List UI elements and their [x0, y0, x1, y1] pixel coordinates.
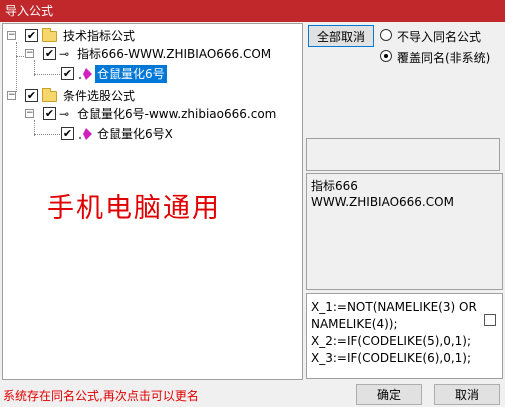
no-import-radio[interactable]: [380, 29, 392, 41]
collapse-icon[interactable]: −: [25, 49, 34, 58]
overwrite-radio[interactable]: [380, 50, 392, 62]
tree-node-checkbox[interactable]: ✔: [43, 107, 56, 120]
tree-node-checkbox[interactable]: ✔: [25, 29, 38, 42]
overwrite-radio-label: 覆盖同名(非系统): [397, 51, 491, 65]
info-line: WWW.ZHIBIAO666.COM: [311, 195, 454, 209]
tree-node-label: 指标666-WWW.ZHIBIAO666.COM: [77, 47, 272, 61]
folder-icon: [42, 88, 57, 102]
collapse-icon[interactable]: −: [7, 91, 16, 100]
no-import-radio-label: 不导入同名公式: [397, 30, 482, 44]
cancel-button[interactable]: 取消: [434, 384, 500, 405]
window-title: 导入公式: [0, 0, 505, 22]
key-icon: ⊸: [59, 107, 70, 121]
tree-node-label: 仓鼠量化6号: [95, 65, 167, 83]
formula-icon: [78, 128, 92, 140]
tree-node-checkbox[interactable]: ✔: [61, 127, 74, 140]
tree-connector: [34, 74, 64, 75]
tree-connector: [34, 134, 64, 135]
code-line: X_1:=NOT(NAMELIKE(3) OR: [311, 300, 477, 314]
tree-node-zhibiao666[interactable]: − ✔ ⊸ 指标666-WWW.ZHIBIAO666.COM: [25, 45, 300, 63]
tree-node-label: 技术指标公式: [63, 29, 136, 43]
tree-node-checkbox[interactable]: ✔: [61, 67, 74, 80]
info-line: 指标666: [311, 179, 358, 193]
tree-node-label: 仓鼠量化6号-www.zhibiao666.com: [77, 107, 277, 121]
code-line: NAMELIKE(4));: [311, 317, 398, 331]
tree-node-cangshu-6-site[interactable]: − ✔ ⊸ 仓鼠量化6号-www.zhibiao666.com: [25, 105, 300, 123]
cancel-all-button[interactable]: 全部取消: [308, 25, 374, 47]
key-icon: ⊸: [59, 47, 70, 61]
tree-connector: [16, 42, 17, 92]
ok-button[interactable]: 确定: [356, 384, 422, 405]
tree-node-cangshu-6[interactable]: ✔ 仓鼠量化6号: [61, 65, 221, 83]
empty-panel: [306, 138, 500, 171]
code-option-checkbox[interactable]: [484, 314, 496, 326]
tree-node-label: 仓鼠量化6号X: [97, 127, 173, 141]
watermark-text: 手机电脑通用: [47, 193, 221, 224]
tree-node-label: 条件选股公式: [63, 89, 136, 103]
tree-node-checkbox[interactable]: ✔: [25, 89, 38, 102]
formula-code-box[interactable]: X_1:=NOT(NAMELIKE(3) OR NAMELIKE(4)); X_…: [306, 293, 503, 379]
tree-node-cangshu-6x[interactable]: ✔ 仓鼠量化6号X: [61, 125, 221, 143]
collapse-icon[interactable]: −: [25, 109, 34, 118]
tree-node-checkbox[interactable]: ✔: [43, 47, 56, 60]
status-message: 系统存在同名公式,再次点击可以更名: [3, 389, 199, 403]
code-line: X_3:=IF(CODELIKE(6),0,1);: [311, 351, 472, 365]
tree-node-stock-screening[interactable]: − ✔ 条件选股公式: [7, 87, 207, 105]
tree-node-tech-indicators[interactable]: − ✔ 技术指标公式: [7, 27, 207, 45]
formula-info-box: 指标666 WWW.ZHIBIAO666.COM: [306, 173, 503, 290]
collapse-icon[interactable]: −: [7, 31, 16, 40]
folder-icon: [42, 28, 57, 42]
code-line: X_2:=IF(CODELIKE(5),0,1);: [311, 334, 472, 348]
formula-icon: [78, 68, 92, 80]
